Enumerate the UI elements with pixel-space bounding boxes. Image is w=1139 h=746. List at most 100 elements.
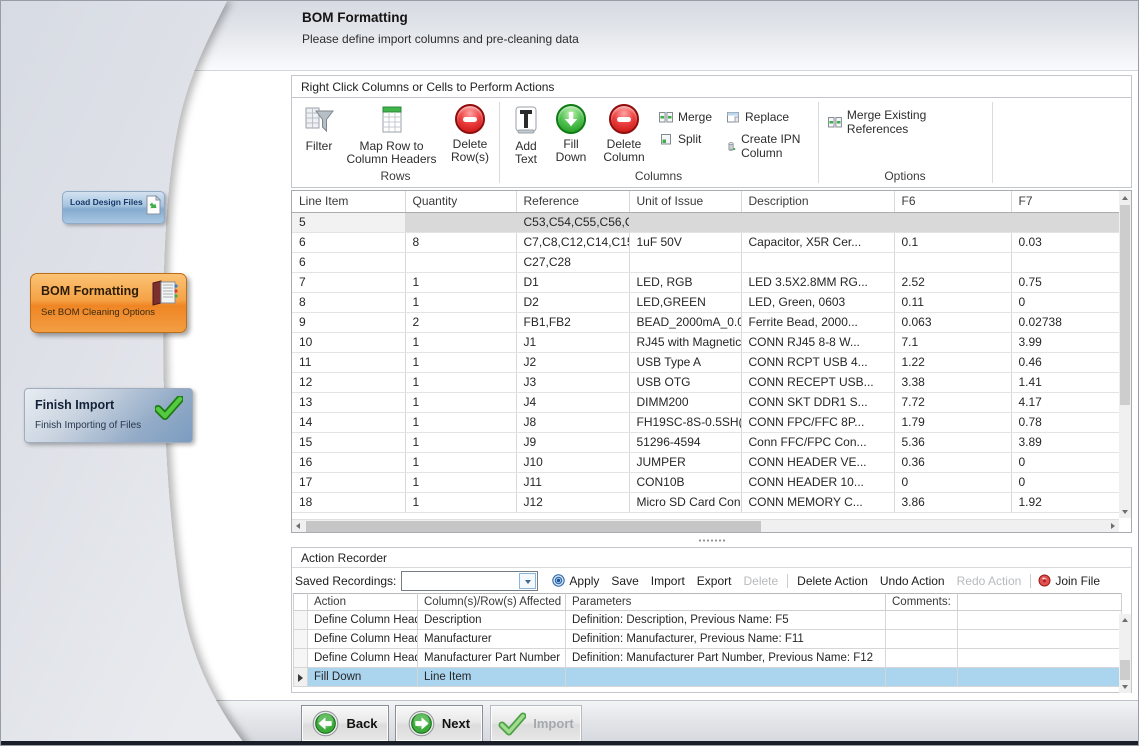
grid-cell[interactable]: D1 — [516, 272, 629, 292]
grid-cell[interactable]: CONN MEMORY C... — [741, 492, 894, 512]
grid-cell[interactable]: J11 — [516, 472, 629, 492]
grid-cell[interactable]: J12 — [516, 492, 629, 512]
grid-cell[interactable]: 0 — [1011, 452, 1119, 472]
grid-cell[interactable]: 1uF 50V — [629, 232, 741, 252]
grid-cell[interactable]: 3.86 — [894, 492, 1011, 512]
grid-cell[interactable]: LED, RGB — [629, 272, 741, 292]
grid-cell[interactable]: J8 — [516, 412, 629, 432]
grid-cell[interactable]: 2.52 — [894, 272, 1011, 292]
grid-cell[interactable]: 6 — [292, 232, 405, 252]
join-file-button[interactable]: Join File — [1038, 574, 1100, 588]
grid-cell[interactable]: 0.02738 — [1011, 312, 1119, 332]
grid-cell[interactable]: C27,C28 — [516, 252, 629, 272]
grid-cell[interactable] — [741, 252, 894, 272]
grid-cell[interactable]: 17 — [292, 472, 405, 492]
scroll-right-arrow[interactable] — [1111, 523, 1115, 529]
recorder-cell-parameters[interactable]: Definition: Description, Previous Name: … — [566, 611, 886, 630]
grid-cell[interactable]: CONN HEADER 10... — [741, 472, 894, 492]
recorder-row[interactable]: Fill Down Line Item — [294, 668, 1122, 687]
column-header-unit-of-issue[interactable]: Unit of Issue — [629, 191, 741, 212]
grid-cell[interactable]: 5.36 — [894, 432, 1011, 452]
grid-cell[interactable]: 1.92 — [1011, 492, 1119, 512]
grid-cell[interactable]: CON10B — [629, 472, 741, 492]
grid-cell[interactable]: Micro SD Card Con... — [629, 492, 741, 512]
add-text-button[interactable]: Add Text — [505, 103, 547, 167]
grid-cell[interactable]: 1.22 — [894, 352, 1011, 372]
recorder-cell-comments[interactable] — [886, 668, 958, 687]
grid-cell[interactable]: DIMM200 — [629, 392, 741, 412]
recorder-cell-comments[interactable] — [886, 611, 958, 630]
grid-cell[interactable]: 11 — [292, 352, 405, 372]
grid-cell[interactable]: 2 — [405, 312, 516, 332]
recorder-cell-affected[interactable]: Manufacturer — [418, 630, 566, 649]
grid-cell[interactable]: J2 — [516, 352, 629, 372]
grid-cell[interactable]: USB OTG — [629, 372, 741, 392]
grid-cell[interactable]: 0 — [1011, 292, 1119, 312]
grid-cell[interactable] — [629, 252, 741, 272]
column-header-comments[interactable]: Comments: — [886, 594, 958, 611]
scroll-left-arrow[interactable] — [296, 523, 300, 529]
next-button[interactable]: Next — [395, 705, 483, 742]
sidebar-step-load-design-files[interactable]: Load Design Files — [62, 191, 165, 224]
grid-horizontal-scrollbar[interactable] — [292, 519, 1119, 532]
grid-cell[interactable]: 5 — [292, 212, 405, 232]
grid-cell[interactable]: 7 — [292, 272, 405, 292]
grid-cell[interactable] — [1011, 212, 1119, 232]
grid-cell[interactable]: 0.75 — [1011, 272, 1119, 292]
grid-cell[interactable]: 1 — [405, 292, 516, 312]
grid-cell[interactable]: 1 — [405, 272, 516, 292]
scroll-thumb[interactable] — [1120, 205, 1130, 405]
grid-cell[interactable]: J10 — [516, 452, 629, 472]
combobox-dropdown-icon[interactable] — [519, 573, 536, 589]
create-ipn-column-button[interactable]: Create IPN Column — [726, 132, 816, 160]
recorder-cell-action[interactable]: Define Column Header — [308, 630, 418, 649]
map-row-to-column-headers-button[interactable]: Map Row to Column Headers — [340, 103, 443, 167]
pane-splitter[interactable] — [291, 537, 1132, 545]
grid-cell[interactable]: 15 — [292, 432, 405, 452]
column-header-quantity[interactable]: Quantity — [405, 191, 516, 212]
grid-cell[interactable]: 7.72 — [894, 392, 1011, 412]
recorder-cell-comments[interactable] — [886, 649, 958, 668]
recorder-cell-comments[interactable] — [886, 630, 958, 649]
grid-cell[interactable]: 4.17 — [1011, 392, 1119, 412]
scroll-thumb[interactable] — [306, 521, 761, 532]
back-button[interactable]: Back — [301, 705, 389, 742]
grid-cell[interactable]: 1 — [405, 332, 516, 352]
grid-cell[interactable]: FB1,FB2 — [516, 312, 629, 332]
grid-cell[interactable]: 0.03 — [1011, 232, 1119, 252]
grid-cell[interactable]: CONN HEADER VE... — [741, 452, 894, 472]
merge-existing-references-button[interactable]: Merge Existing References — [828, 108, 990, 136]
grid-cell[interactable]: CONN SKT DDR1 S... — [741, 392, 894, 412]
grid-cell[interactable]: FH19SC-8S-0.5SH(... — [629, 412, 741, 432]
grid-cell[interactable]: LED,GREEN — [629, 292, 741, 312]
column-header-line-item[interactable]: Line Item — [292, 191, 405, 212]
export-button[interactable]: Export — [697, 574, 732, 588]
recorder-cell-parameters[interactable]: Definition: Manufacturer, Previous Name:… — [566, 630, 886, 649]
grid-cell[interactable]: 1.41 — [1011, 372, 1119, 392]
scroll-up-arrow[interactable] — [1119, 191, 1131, 204]
grid-cell[interactable]: 0.46 — [1011, 352, 1119, 372]
grid-cell[interactable]: 1 — [405, 452, 516, 472]
grid-cell[interactable] — [894, 212, 1011, 232]
grid-cell[interactable]: LED, Green, 0603 — [741, 292, 894, 312]
apply-button[interactable]: Apply — [552, 574, 599, 588]
grid-cell[interactable]: 3.99 — [1011, 332, 1119, 352]
grid-cell[interactable]: 3.89 — [1011, 432, 1119, 452]
grid-cell[interactable]: 1 — [405, 372, 516, 392]
replace-button[interactable]: Replace — [726, 110, 816, 124]
scroll-down-arrow[interactable] — [1119, 505, 1131, 518]
grid-cell[interactable]: 18 — [292, 492, 405, 512]
save-button[interactable]: Save — [611, 574, 638, 588]
grid-cell[interactable]: JUMPER — [629, 452, 741, 472]
grid-cell[interactable] — [894, 252, 1011, 272]
column-header-action[interactable]: Action — [308, 594, 418, 611]
grid-cell[interactable]: 1.79 — [894, 412, 1011, 432]
split-button[interactable]: Split — [659, 132, 712, 146]
grid-cell[interactable]: J4 — [516, 392, 629, 412]
grid-cell[interactable]: 1 — [405, 392, 516, 412]
grid-cell[interactable]: 0.1 — [894, 232, 1011, 252]
grid-cell[interactable]: J9 — [516, 432, 629, 452]
saved-recordings-combobox[interactable] — [401, 571, 538, 591]
recorder-cell-affected[interactable]: Description — [418, 611, 566, 630]
filter-button[interactable]: Filter — [298, 103, 340, 154]
